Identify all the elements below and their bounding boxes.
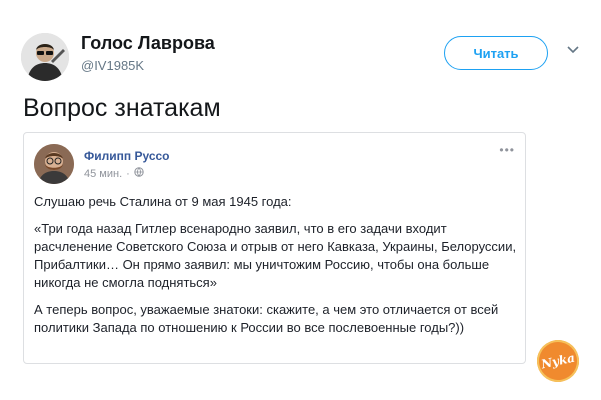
watermark-logo: Nyka xyxy=(533,336,583,386)
watermark-text: Nyka xyxy=(539,350,577,372)
avatar-photo xyxy=(21,33,69,81)
chevron-down-icon[interactable] xyxy=(566,45,580,55)
author-avatar[interactable] xyxy=(21,33,69,81)
author-handle[interactable]: @IV1985K xyxy=(81,58,144,73)
follow-button[interactable]: Читать xyxy=(444,36,548,70)
author-name[interactable]: Голос Лаврова xyxy=(81,33,215,54)
post-time[interactable]: 45 мин. xyxy=(84,168,122,180)
tweet: Голос Лаврова @IV1985K Читать Вопрос зна… xyxy=(0,0,601,400)
post-paragraph-question: А теперь вопрос, уважаемые знатоки: скаж… xyxy=(34,302,499,335)
meta-separator: · xyxy=(126,167,130,180)
embedded-author-name[interactable]: Филипп Руссо xyxy=(84,149,170,163)
post-paragraph-quote: «Три года назад Гитлер всенародно заявил… xyxy=(34,221,517,290)
embedded-avatar-photo xyxy=(34,144,74,184)
post-paragraph: Слушаю речь Сталина от 9 мая 1945 года: xyxy=(34,194,292,209)
embedded-post-card[interactable]: Филипп Руссо 45 мин. · ••• Слушаю речь С… xyxy=(23,132,526,364)
embedded-post-meta: 45 мин. · xyxy=(84,167,144,180)
globe-icon xyxy=(134,167,144,180)
embedded-author-avatar[interactable] xyxy=(34,144,74,184)
more-options-icon[interactable]: ••• xyxy=(499,144,515,156)
tweet-text: Вопрос знатакам xyxy=(23,94,221,122)
